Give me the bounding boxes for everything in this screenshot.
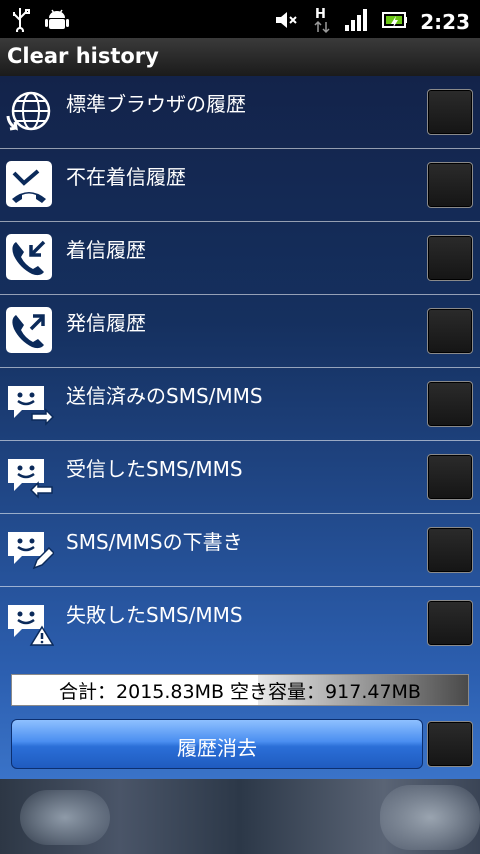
item-label: 失敗したSMS/MMS	[66, 603, 243, 627]
list-item-sent-sms[interactable]: 送信済みのSMS/MMS	[0, 368, 480, 441]
failed-sms-checkbox[interactable]	[427, 600, 473, 646]
item-label: 着信履歴	[66, 238, 146, 262]
battery-icon	[382, 10, 408, 34]
clear-history-button-label: 履歴消去	[177, 736, 257, 760]
draft-sms-icon	[4, 524, 56, 574]
outgoing-calls-checkbox[interactable]	[427, 308, 473, 354]
item-label: 受信したSMS/MMS	[66, 457, 243, 481]
status-bar: H 2:23	[0, 0, 480, 38]
item-label: 発信履歴	[66, 311, 146, 335]
sent-sms-icon	[4, 378, 55, 428]
usb-icon	[10, 6, 30, 36]
browser-globe-icon	[4, 86, 54, 136]
item-label: 不在着信履歴	[66, 165, 186, 189]
received-sms-checkbox[interactable]	[427, 454, 473, 500]
browser-history-checkbox[interactable]	[427, 89, 473, 135]
list-item-incoming-calls[interactable]: 着信履歴	[0, 222, 480, 295]
clock: 2:23	[420, 10, 470, 34]
received-sms-icon	[4, 451, 54, 501]
incoming-call-icon	[4, 232, 54, 282]
storage-summary-text: 合計：2015.83MB 空き容量：917.47MB	[59, 681, 421, 703]
signal-icon	[344, 8, 370, 36]
list-item-browser-history[interactable]: 標準ブラウザの履歴	[0, 76, 480, 149]
storage-summary: 合計：2015.83MB 空き容量：917.47MB	[11, 674, 469, 706]
missed-call-icon	[4, 159, 54, 209]
background-blur	[380, 785, 480, 850]
page-title: Clear history	[7, 44, 159, 68]
item-label: SMS/MMSの下書き	[66, 530, 243, 554]
missed-calls-checkbox[interactable]	[427, 162, 473, 208]
sent-sms-checkbox[interactable]	[427, 381, 473, 427]
incoming-calls-checkbox[interactable]	[427, 235, 473, 281]
hspa-icon: H	[312, 6, 332, 38]
list-item-outgoing-calls[interactable]: 発信履歴	[0, 295, 480, 368]
list-item-failed-sms[interactable]: 失敗したSMS/MMS	[0, 587, 480, 659]
mute-icon	[274, 9, 300, 35]
failed-sms-icon	[4, 597, 55, 647]
select-all-checkbox[interactable]	[427, 721, 473, 767]
draft-sms-checkbox[interactable]	[427, 527, 473, 573]
list-item-received-sms[interactable]: 受信したSMS/MMS	[0, 441, 480, 514]
clear-history-button[interactable]: 履歴消去	[11, 719, 423, 769]
list-item-missed-calls[interactable]: 不在着信履歴	[0, 149, 480, 222]
background-blur	[20, 790, 110, 845]
item-label: 標準ブラウザの履歴	[66, 92, 246, 116]
title-bar: Clear history	[0, 38, 480, 77]
item-label: 送信済みのSMS/MMS	[66, 384, 263, 408]
outgoing-call-icon	[4, 305, 54, 355]
list-item-draft-sms[interactable]: SMS/MMSの下書き	[0, 514, 480, 587]
svg-text:H: H	[315, 7, 326, 22]
android-debug-icon	[44, 6, 70, 36]
